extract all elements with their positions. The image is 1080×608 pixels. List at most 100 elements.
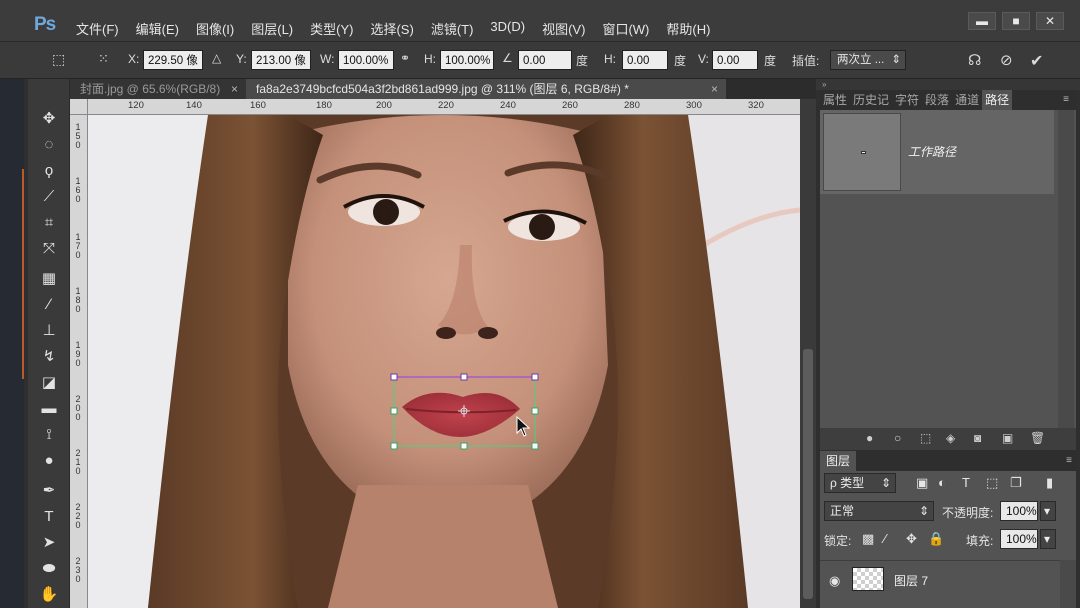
warp-icon[interactable]: ☊ xyxy=(968,51,981,69)
smart-object-filter-icon[interactable]: ❐ xyxy=(1010,475,1022,491)
pen-icon[interactable]: ✒ xyxy=(38,481,60,501)
eraser-icon[interactable]: ◪ xyxy=(38,373,60,393)
tab-history[interactable]: 历史记 xyxy=(850,90,892,110)
menu-edit[interactable]: 编辑(E) xyxy=(136,19,179,38)
menu-image[interactable]: 图像(I) xyxy=(196,19,234,38)
opacity-input[interactable]: 100% xyxy=(1000,501,1038,521)
vskew-input[interactable]: 0.00 xyxy=(712,50,758,70)
fill-input[interactable]: 100% xyxy=(1000,529,1038,549)
make-path-icon[interactable]: ◈ xyxy=(946,431,955,445)
filter-toggle-icon[interactable]: ▮ xyxy=(1046,475,1053,491)
healing-brush-icon[interactable]: ▦ xyxy=(38,269,60,289)
lasso-icon[interactable]: ϙ xyxy=(38,161,60,181)
trash-icon[interactable]: 🗑 xyxy=(1030,431,1045,445)
menu-3d[interactable]: 3D(D) xyxy=(490,19,525,38)
new-path-icon[interactable]: ▣ xyxy=(1002,431,1013,445)
canvas-scrollbar[interactable] xyxy=(800,99,816,608)
angle-unit: 度 xyxy=(576,54,589,68)
cancel-icon[interactable]: ⊘ xyxy=(1000,51,1013,69)
menu-filter[interactable]: 滤镜(T) xyxy=(431,19,474,38)
minimize-button[interactable]: ▬ xyxy=(968,12,996,30)
panel-menu-icon[interactable]: ≡ xyxy=(1060,90,1072,110)
eye-icon[interactable]: ◉ xyxy=(829,573,840,589)
link-icon[interactable]: ⚭ xyxy=(400,51,410,65)
tab-active-document[interactable]: fa8a2e3749bcfcd504a3f2bd861ad999.jpg @ 3… xyxy=(246,79,726,99)
document-canvas[interactable] xyxy=(88,115,800,608)
load-selection-icon[interactable]: ⬚ xyxy=(920,431,931,445)
menu-type[interactable]: 类型(Y) xyxy=(310,19,353,38)
blur-icon[interactable]: ⟟ xyxy=(38,425,60,445)
path-select-icon[interactable]: ➤ xyxy=(38,533,60,553)
hskew-label: H: xyxy=(604,52,616,66)
hskew-input[interactable]: 0.00 xyxy=(622,50,668,70)
menu-window[interactable]: 窗口(W) xyxy=(602,19,649,38)
layers-scrollbar[interactable] xyxy=(1060,560,1076,608)
height-input[interactable]: 100.00% xyxy=(440,50,494,70)
y-input[interactable]: 213.00 像 xyxy=(251,50,311,70)
stroke-path-icon[interactable]: ○ xyxy=(894,431,901,445)
clone-stamp-icon[interactable]: ⊥ xyxy=(38,321,60,341)
menu-file[interactable]: 文件(F) xyxy=(76,19,119,38)
rotate-input[interactable]: 0.00 xyxy=(518,50,572,70)
tab-close-icon[interactable]: × xyxy=(711,79,718,99)
tab-paths[interactable]: 路径 xyxy=(982,90,1013,110)
menu-view[interactable]: 视图(V) xyxy=(542,19,585,38)
layer-filter-select[interactable]: ρ 类型 ⇕ xyxy=(824,473,896,493)
ruler-tick: 280 xyxy=(624,100,640,111)
fill-path-icon[interactable]: ● xyxy=(866,431,873,445)
brush-icon[interactable]: ∕ xyxy=(38,295,60,315)
relative-position-icon[interactable]: △ xyxy=(212,51,221,65)
type-tool-icon[interactable]: T xyxy=(38,507,60,527)
tab-cover-image[interactable]: 封面.jpg @ 65.6%(RGB/8) × xyxy=(70,79,246,99)
hand-tool-icon[interactable]: ✋ xyxy=(38,585,60,605)
paths-scrollbar[interactable] xyxy=(1058,110,1074,428)
quick-select-icon[interactable]: ⟋ xyxy=(38,187,60,207)
lock-all-icon[interactable]: 🔒 xyxy=(928,531,944,547)
width-input[interactable]: 100.00% xyxy=(338,50,394,70)
crop-icon[interactable]: ⌗ xyxy=(38,213,60,233)
ruler-horizontal: 120 140 160 180 200 220 240 260 280 300 … xyxy=(88,99,800,115)
layer-row[interactable]: ◉ 图层 7 xyxy=(820,560,1060,600)
type-filter-icon[interactable]: T xyxy=(962,475,970,490)
adjustment-filter-icon[interactable]: ◐ xyxy=(938,475,946,490)
maximize-button[interactable]: ■ xyxy=(1002,12,1030,30)
shape-filter-icon[interactable]: ⬚ xyxy=(986,475,998,491)
blend-mode-select[interactable]: 正常 ⇕ xyxy=(824,501,934,521)
tab-layers[interactable]: 图层 xyxy=(820,451,857,471)
transform-tool-icon[interactable]: ⬚ xyxy=(52,51,65,68)
panel-collapse-bar[interactable]: » xyxy=(816,79,1080,90)
add-mask-icon[interactable]: ◙ xyxy=(974,431,981,445)
lock-position-icon[interactable]: ✥ xyxy=(906,531,917,547)
menu-help[interactable]: 帮助(H) xyxy=(666,19,710,38)
ruler-tick: 190 xyxy=(75,340,81,368)
tab-character[interactable]: 字符 xyxy=(892,90,922,110)
interpolation-select[interactable]: 两次立 ... ⇕ xyxy=(830,50,906,70)
ellipse-marquee-icon[interactable]: ◌ xyxy=(38,135,60,155)
ellipse-shape-icon[interactable]: ⬬ xyxy=(38,559,60,579)
menu-select[interactable]: 选择(S) xyxy=(370,19,413,38)
path-item[interactable]: 工作路径 xyxy=(820,110,1054,194)
lock-transparent-icon[interactable]: ▩ xyxy=(862,531,874,547)
eyedropper-icon[interactable]: ⤧ xyxy=(38,239,60,259)
lock-image-icon[interactable]: ∕ xyxy=(884,531,886,546)
dodge-icon[interactable]: ● xyxy=(38,451,60,471)
tab-paragraph[interactable]: 段落 xyxy=(922,90,952,110)
panel-tabs: 属性 历史记 字符 段落 通道 路径 ≡ xyxy=(820,90,1076,110)
close-window-button[interactable]: ✕ xyxy=(1036,12,1064,30)
menu-layer[interactable]: 图层(L) xyxy=(251,19,293,38)
toolbox: ✥ ◌ ϙ ⟋ ⌗ ⤧ ▦ ∕ ⊥ ↯ ◪ ▬ ⟟ ● ✒ T ➤ ⬬ ✋ xyxy=(24,79,70,608)
move-tool-icon[interactable]: ✥ xyxy=(38,109,60,129)
fill-dropdown[interactable]: ▾ xyxy=(1040,529,1056,549)
panel-menu-icon[interactable]: ≡ xyxy=(1066,455,1072,466)
pixel-filter-icon[interactable]: ▣ xyxy=(916,475,928,491)
tab-channels[interactable]: 通道 xyxy=(952,90,982,110)
tab-close-icon[interactable]: × xyxy=(231,79,238,99)
check-icon[interactable]: ✔ xyxy=(1030,51,1043,71)
history-brush-icon[interactable]: ↯ xyxy=(38,347,60,367)
gradient-icon[interactable]: ▬ xyxy=(38,399,60,419)
x-input[interactable]: 229.50 像 xyxy=(143,50,203,70)
ruler-tick: 160 xyxy=(250,100,266,111)
opacity-dropdown[interactable]: ▾ xyxy=(1040,501,1056,521)
tab-properties[interactable]: 属性 xyxy=(820,90,850,110)
reference-point-icon[interactable]: ⁙ xyxy=(98,51,109,67)
